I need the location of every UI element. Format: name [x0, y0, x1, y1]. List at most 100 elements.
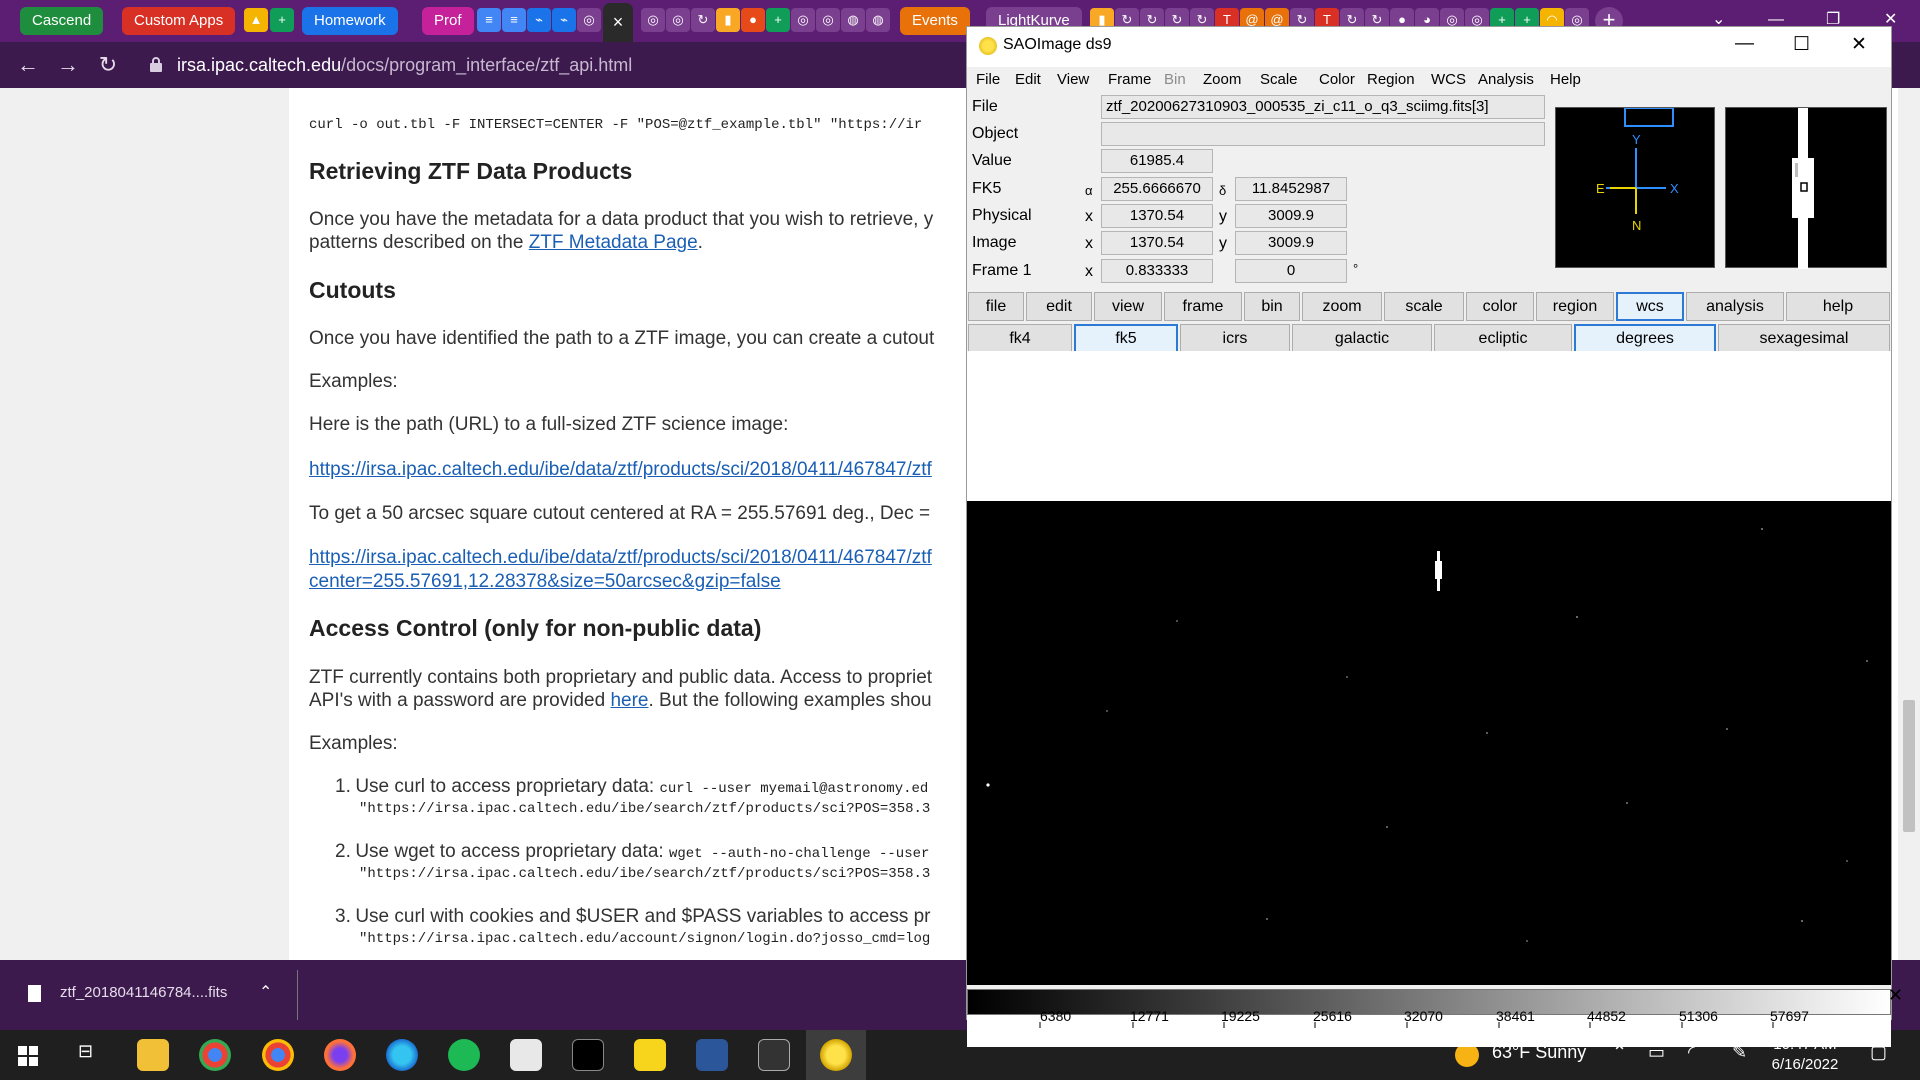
- close-icon[interactable]: ✕: [1888, 985, 1903, 1006]
- image-canvas-blank[interactable]: [967, 351, 1891, 501]
- docs-tab-icon[interactable]: ≡: [477, 8, 501, 32]
- button-frame[interactable]: frame: [1164, 292, 1242, 321]
- forward-arrow-icon[interactable]: →: [53, 50, 83, 80]
- panner-view[interactable]: Y X E N: [1555, 107, 1715, 268]
- button-color[interactable]: color: [1466, 292, 1534, 321]
- menu-color[interactable]: Color: [1319, 71, 1355, 88]
- ds9-window: SAOImage ds9 — ☐ ✕ File Edit View Frame …: [966, 26, 1892, 1047]
- button-analysis[interactable]: analysis: [1686, 292, 1784, 321]
- file-explorer-icon[interactable]: [137, 1039, 169, 1071]
- clock-date: 6/16/2022: [1771, 1056, 1839, 1073]
- openai-tab-icon[interactable]: ◎: [816, 8, 840, 32]
- openai-tab-icon[interactable]: ◎: [666, 8, 690, 32]
- menu-frame[interactable]: Frame: [1108, 71, 1151, 88]
- ztf-metadata-link[interactable]: ZTF Metadata Page: [529, 232, 698, 253]
- tab-group-homework[interactable]: Homework: [302, 7, 398, 35]
- address-bar[interactable]: irsa.ipac.caltech.edu/docs/program_inter…: [177, 53, 632, 77]
- globe-tab-icon[interactable]: ◍: [866, 8, 890, 32]
- menu-file[interactable]: File: [976, 71, 1000, 88]
- installer-icon[interactable]: [696, 1039, 728, 1071]
- ds9-title-bar[interactable]: SAOImage ds9 — ☐ ✕: [967, 27, 1891, 67]
- button-fk5[interactable]: fk5: [1074, 324, 1178, 353]
- active-tab-close-icon[interactable]: ×: [603, 3, 633, 42]
- ds9-minimize-icon[interactable]: —: [1735, 33, 1754, 55]
- button-edit[interactable]: edit: [1026, 292, 1092, 321]
- image-label: Image: [972, 234, 1017, 251]
- button-wcs[interactable]: wcs: [1616, 292, 1684, 321]
- tab-group-events[interactable]: Events: [900, 7, 970, 35]
- drive-tab-icon[interactable]: ▲: [244, 8, 268, 32]
- button-help[interactable]: help: [1786, 292, 1890, 321]
- tab-group-custom-apps[interactable]: Custom Apps: [122, 7, 236, 35]
- object-label: Object: [972, 125, 1019, 142]
- ds9-buttonbar: file edit view frame bin zoom scale colo…: [967, 292, 1891, 322]
- button-file[interactable]: file: [968, 292, 1024, 321]
- ds9-close-icon[interactable]: ✕: [1851, 33, 1867, 56]
- menu-analysis[interactable]: Analysis: [1478, 71, 1534, 88]
- button-view[interactable]: view: [1094, 292, 1162, 321]
- list-code-2: "https://irsa.ipac.caltech.edu/ibe/searc…: [359, 801, 931, 817]
- menu-edit[interactable]: Edit: [1015, 71, 1041, 88]
- windows-start-icon[interactable]: [18, 1046, 38, 1066]
- openai-tab-icon[interactable]: ◎: [577, 8, 601, 32]
- back-arrow-icon[interactable]: ←: [13, 50, 43, 80]
- button-scale[interactable]: scale: [1384, 292, 1464, 321]
- terminal-icon[interactable]: [572, 1039, 604, 1071]
- page-scrollbar-thumb[interactable]: [1903, 700, 1915, 832]
- openai-tab-icon[interactable]: ◎: [641, 8, 665, 32]
- download-caret-up-icon[interactable]: ⌃: [259, 982, 272, 1002]
- button-ecliptic[interactable]: ecliptic: [1434, 324, 1572, 353]
- menu-region[interactable]: Region: [1367, 71, 1415, 88]
- cutout-link-2[interactable]: center=255.57691,12.28378&size=50arcsec&…: [309, 570, 781, 594]
- link-tab-icon[interactable]: ⌁: [527, 8, 551, 32]
- sheets-tab-icon[interactable]: +: [270, 8, 294, 32]
- menu-bin[interactable]: Bin: [1164, 71, 1186, 88]
- button-galactic[interactable]: galactic: [1292, 324, 1432, 353]
- tab-group-prof[interactable]: Prof: [422, 7, 474, 35]
- tab-group-cascend[interactable]: Cascend: [20, 7, 104, 35]
- firefox-icon[interactable]: [324, 1039, 356, 1071]
- button-region[interactable]: region: [1536, 292, 1614, 321]
- menu-wcs[interactable]: WCS: [1431, 71, 1466, 88]
- sticky-notes-icon[interactable]: [634, 1039, 666, 1071]
- ds9-maximize-icon[interactable]: ☐: [1793, 33, 1810, 56]
- sheets-tab-icon[interactable]: +: [766, 8, 790, 32]
- edge-icon[interactable]: [386, 1039, 418, 1071]
- list-item: 3. Use curl with cookies and $USER and $…: [335, 905, 931, 947]
- notes-tab-icon[interactable]: ▮: [716, 8, 740, 32]
- science-image-link[interactable]: https://irsa.ipac.caltech.edu/ibe/data/z…: [309, 458, 932, 482]
- chrome-icon[interactable]: [262, 1039, 294, 1071]
- menu-help[interactable]: Help: [1550, 71, 1581, 88]
- menu-zoom[interactable]: Zoom: [1203, 71, 1241, 88]
- button-degrees[interactable]: degrees: [1574, 324, 1716, 353]
- heading-cutouts: Cutouts: [309, 277, 396, 303]
- link-tab-icon[interactable]: ⌁: [552, 8, 576, 32]
- code-line: curl -o out.tbl -F INTERSECT=CENTER -F "…: [309, 117, 923, 133]
- fits-image: [986, 528, 1868, 942]
- openai-tab-icon[interactable]: ◎: [791, 8, 815, 32]
- button-sexagesimal[interactable]: sexagesimal: [1718, 324, 1890, 353]
- button-zoom[interactable]: zoom: [1302, 292, 1382, 321]
- menu-scale[interactable]: Scale: [1260, 71, 1298, 88]
- refresh-tab-icon[interactable]: ↻: [691, 8, 715, 32]
- chrome-icon[interactable]: [199, 1039, 231, 1071]
- globe-tab-icon[interactable]: ◍: [841, 8, 865, 32]
- console-icon[interactable]: [758, 1039, 790, 1071]
- button-icrs[interactable]: icrs: [1180, 324, 1290, 353]
- docs-tab-icon[interactable]: ≡: [502, 8, 526, 32]
- spotify-icon[interactable]: [448, 1039, 480, 1071]
- task-view-icon[interactable]: ⊟: [78, 1041, 93, 1062]
- cutout-link[interactable]: https://irsa.ipac.caltech.edu/ibe/data/z…: [309, 546, 932, 570]
- reload-icon[interactable]: ↻: [93, 50, 123, 80]
- physical-x-value: 1370.54: [1101, 204, 1213, 228]
- frame-angle-value: 0: [1235, 259, 1347, 283]
- button-fk4[interactable]: fk4: [968, 324, 1072, 353]
- image-frame[interactable]: [967, 501, 1891, 985]
- here-link[interactable]: here: [610, 690, 648, 711]
- paint-icon[interactable]: [510, 1039, 542, 1071]
- button-bin[interactable]: bin: [1244, 292, 1300, 321]
- physical-x-symbol: x: [1085, 208, 1093, 225]
- firefox-tab-icon[interactable]: ●: [741, 8, 765, 32]
- menu-view[interactable]: View: [1057, 71, 1089, 88]
- web-page: curl -o out.tbl -F INTERSECT=CENTER -F "…: [0, 88, 966, 960]
